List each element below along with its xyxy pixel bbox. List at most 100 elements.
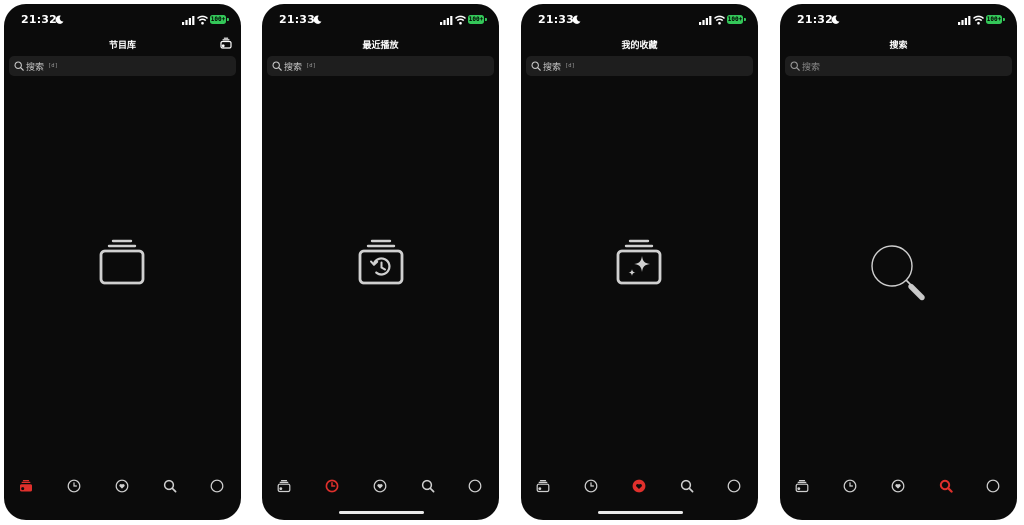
wifi-icon — [973, 15, 984, 25]
heart-icon — [632, 479, 646, 493]
tab-recent[interactable] — [322, 476, 342, 496]
search-icon — [790, 61, 800, 71]
moon-icon — [572, 15, 581, 24]
moon-icon — [55, 15, 64, 24]
search-icon — [939, 479, 953, 493]
page-title: 最近播放 — [362, 41, 399, 51]
search-input[interactable]: 搜索 [d] — [267, 56, 494, 76]
status-time: 21:32 — [21, 13, 58, 26]
battery-icon: 100+ — [468, 15, 487, 25]
history-stack-icon — [358, 239, 404, 285]
library-manage-icon[interactable] — [220, 37, 232, 49]
battery-icon: 100+ — [727, 15, 746, 25]
tab-bar — [521, 476, 758, 496]
battery-level: 100+ — [986, 15, 1002, 24]
tab-favorites[interactable] — [888, 476, 908, 496]
cellular-signal-icon — [958, 16, 971, 25]
tab-search[interactable] — [677, 476, 697, 496]
clock-icon — [67, 479, 81, 493]
search-icon — [680, 479, 694, 493]
search-placeholder: 搜索 — [543, 63, 562, 73]
moon-icon — [831, 15, 840, 24]
search-icon — [272, 61, 282, 71]
search-placeholder: 搜索 — [26, 63, 45, 73]
page-title: 节目库 — [108, 41, 136, 51]
tab-bar — [262, 476, 499, 496]
library-icon — [536, 480, 550, 493]
clock-icon — [843, 479, 857, 493]
profile-icon — [986, 479, 1000, 493]
moon-icon — [313, 15, 322, 24]
tab-search[interactable] — [418, 476, 438, 496]
library-stack-icon — [99, 239, 145, 285]
battery-level: 100+ — [210, 15, 226, 24]
status-time: 21:33 — [279, 13, 316, 26]
page-title: 搜索 — [889, 41, 908, 51]
tab-library[interactable] — [792, 476, 812, 496]
home-indicator[interactable] — [598, 511, 683, 514]
search-input[interactable]: 搜索 [d] — [526, 56, 753, 76]
battery-level: 100+ — [727, 15, 743, 24]
tab-favorites[interactable] — [112, 476, 132, 496]
search-input[interactable]: 搜索 [d] — [9, 56, 236, 76]
screen-favorites: 21:33 100+ 我的收藏 搜索 [d] — [521, 4, 758, 520]
wifi-icon — [714, 15, 725, 25]
screen-library: 21:32 100+ 节目库 搜索 [d] — [4, 4, 241, 520]
screen-search: 21:32 100+ 搜索 搜索 — [780, 4, 1017, 520]
clock-icon — [325, 479, 339, 493]
status-time: 21:32 — [797, 13, 834, 26]
search-placeholder: 搜索 — [284, 63, 303, 73]
tab-recent[interactable] — [64, 476, 84, 496]
tab-search[interactable] — [160, 476, 180, 496]
search-icon — [531, 61, 541, 71]
tab-library[interactable] — [533, 476, 553, 496]
home-indicator[interactable] — [339, 511, 424, 514]
library-icon — [20, 479, 32, 492]
screen-recent: 21:33 100+ 最近播放 搜索 [d] — [262, 4, 499, 520]
tab-profile[interactable] — [207, 476, 227, 496]
status-time: 21:33 — [538, 13, 575, 26]
cellular-signal-icon — [182, 16, 195, 25]
cellular-signal-icon — [440, 16, 453, 25]
battery-level: 100+ — [468, 15, 484, 24]
tab-favorites[interactable] — [629, 476, 649, 496]
clock-icon — [584, 479, 598, 493]
search-icon — [14, 61, 24, 71]
tab-profile[interactable] — [724, 476, 744, 496]
wifi-icon — [455, 15, 466, 25]
heart-icon — [373, 479, 387, 493]
tab-bar — [780, 476, 1017, 496]
library-icon — [795, 480, 809, 493]
tab-bar — [4, 476, 241, 496]
battery-icon: 100+ — [986, 15, 1005, 25]
search-shortcut-hint: [d] — [565, 63, 575, 69]
tab-recent[interactable] — [581, 476, 601, 496]
tab-library[interactable] — [274, 476, 294, 496]
heart-icon — [891, 479, 905, 493]
cellular-signal-icon — [699, 16, 712, 25]
search-icon — [163, 479, 177, 493]
tab-profile[interactable] — [983, 476, 1003, 496]
search-shortcut-hint: [d] — [306, 63, 316, 69]
library-icon — [277, 480, 291, 493]
status-bar: 21:33 100+ — [262, 13, 499, 29]
search-shortcut-hint: [d] — [48, 63, 58, 69]
tab-search[interactable] — [936, 476, 956, 496]
battery-icon: 100+ — [210, 15, 229, 25]
tab-library[interactable] — [16, 476, 36, 496]
wifi-icon — [197, 15, 208, 25]
profile-icon — [727, 479, 741, 493]
search-placeholder: 搜索 — [802, 63, 821, 73]
large-magnifier-icon — [871, 245, 925, 301]
status-bar: 21:33 100+ — [521, 13, 758, 29]
status-bar: 21:32 100+ — [4, 13, 241, 29]
profile-icon — [468, 479, 482, 493]
page-title: 我的收藏 — [621, 41, 658, 51]
profile-icon — [210, 479, 224, 493]
heart-icon — [115, 479, 129, 493]
search-input[interactable]: 搜索 — [785, 56, 1012, 76]
tab-profile[interactable] — [465, 476, 485, 496]
tab-recent[interactable] — [840, 476, 860, 496]
tab-favorites[interactable] — [370, 476, 390, 496]
status-bar: 21:32 100+ — [780, 13, 1017, 29]
